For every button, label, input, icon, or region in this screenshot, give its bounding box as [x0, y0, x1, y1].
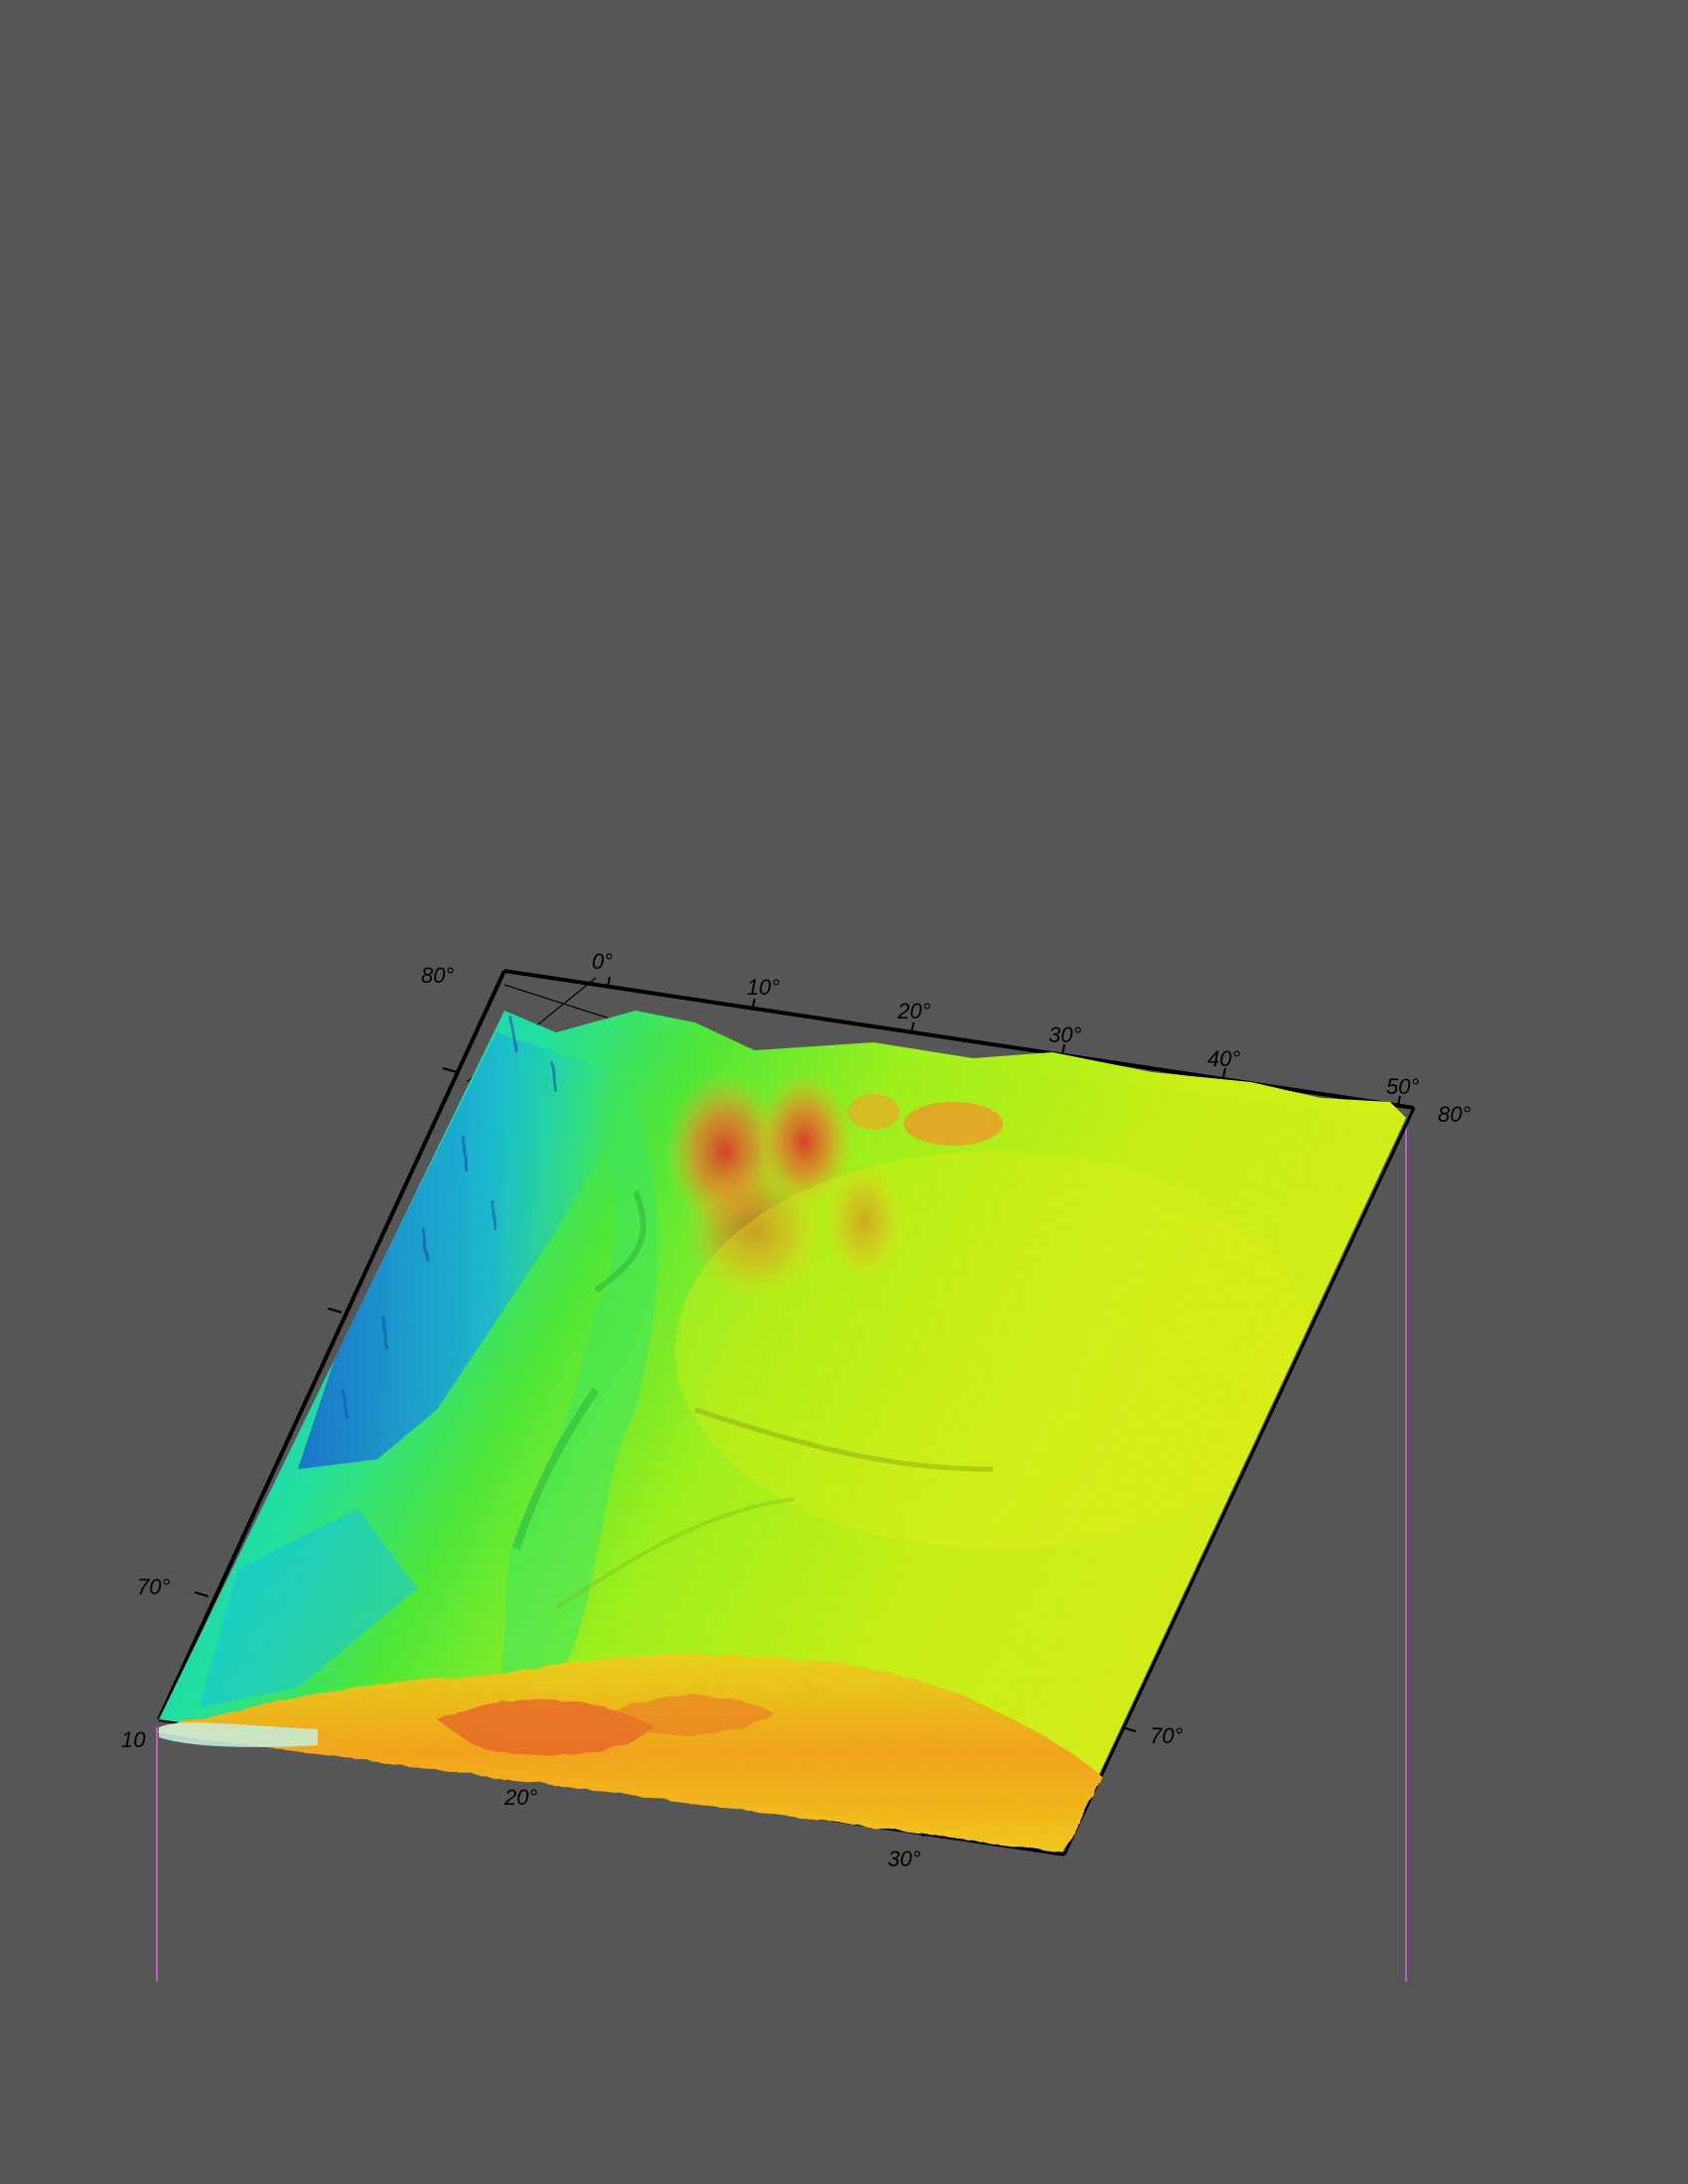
- relief-map: 80° 0° 10° 20° 30° 40° 50° 80° 70° 10 20…: [121, 949, 1471, 1981]
- label-left-lat-70: 70°: [137, 1574, 170, 1599]
- label-top-lon-20: 20°: [897, 999, 930, 1024]
- label-bottom-left-corner: 10: [121, 1727, 146, 1752]
- label-top-lat-right: 80°: [1438, 1102, 1471, 1127]
- label-top-lon-50: 50°: [1386, 1074, 1419, 1099]
- label-right-lat-70: 70°: [1150, 1723, 1183, 1748]
- label-bottom-lon-30: 30°: [888, 1846, 920, 1871]
- label-bottom-lon-20: 20°: [503, 1785, 537, 1810]
- label-top-lat-left: 80°: [421, 963, 454, 988]
- map-canvas: 80° 0° 10° 20° 30° 40° 50° 80° 70° 10 20…: [0, 0, 1688, 2184]
- relief-surface: [159, 1011, 1406, 1852]
- label-top-lon-0: 0°: [592, 949, 613, 974]
- label-top-lon-40: 40°: [1207, 1046, 1240, 1071]
- label-top-lon-10: 10°: [747, 975, 779, 1000]
- label-top-lon-30: 30°: [1049, 1023, 1081, 1047]
